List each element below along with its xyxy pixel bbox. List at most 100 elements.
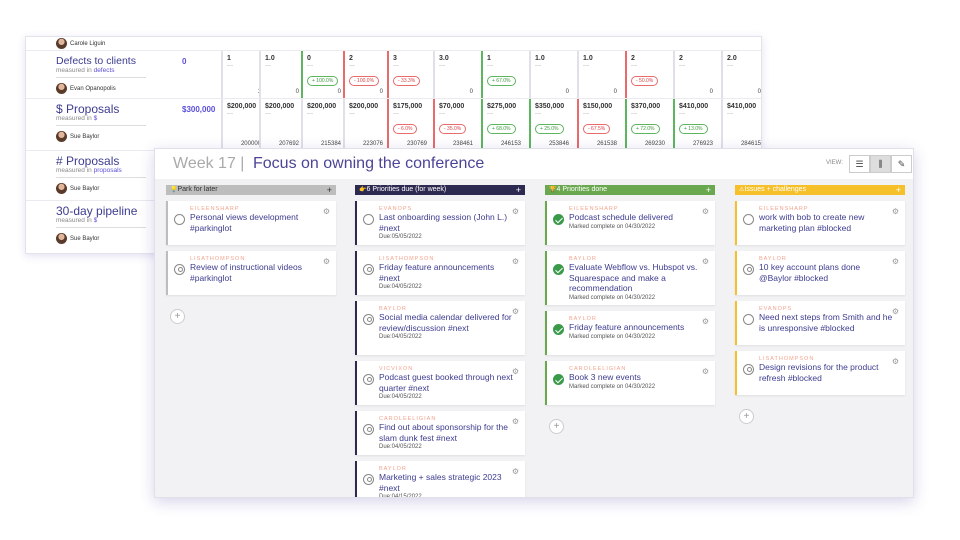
card-title[interactable]: Review of instructional videos #parkingl…	[190, 262, 326, 283]
gear-icon[interactable]: ⚙	[323, 257, 330, 266]
column-header[interactable]: 🏆4 Priorities done +	[545, 185, 715, 195]
score-cell[interactable]: 1.0— 0	[529, 51, 573, 98]
metric-cell[interactable]: $ Proposals measured in $ Sue Baylor	[26, 99, 178, 150]
score-cell[interactable]: 3— - 33.3%	[387, 51, 431, 98]
card-title[interactable]: Find out about sponsorship for the slam …	[379, 422, 515, 443]
card-title[interactable]: Need next steps from Smith and he is unr…	[759, 312, 895, 333]
gear-icon[interactable]: ⚙	[512, 207, 519, 216]
score-cell[interactable]: $200,000— 223076	[343, 99, 387, 150]
priority-card[interactable]: VICVIXON Podcast guest booked through nex…	[355, 361, 525, 405]
score-cell[interactable]: 2— - 50.0%	[625, 51, 669, 98]
checkbox-icon[interactable]	[743, 314, 754, 325]
add-card-icon[interactable]: +	[896, 185, 901, 195]
add-card-button[interactable]: +	[549, 419, 564, 434]
user-circle-icon[interactable]	[174, 264, 185, 275]
score-cell[interactable]: 1.0— 0	[577, 51, 621, 98]
priority-card[interactable]: EILEENSHARP Personal views development #p…	[166, 201, 336, 245]
gear-icon[interactable]: ⚙	[323, 207, 330, 216]
score-cell[interactable]: 1.0— 0	[259, 51, 303, 98]
priority-card[interactable]: LISATHOMPSON Friday feature announcements…	[355, 251, 525, 295]
priority-card[interactable]: LISATHOMPSON Review of instructional vide…	[166, 251, 336, 295]
completed-check-icon[interactable]	[553, 264, 564, 275]
score-cell[interactable]: 1— + 67.0%	[481, 51, 525, 98]
priority-card[interactable]: BAYLOR Evaluate Webflow vs. Hubspot vs. S…	[545, 251, 715, 305]
score-cell[interactable]: 2.0— 0	[721, 51, 761, 98]
score-cell[interactable]: $150,000— - 67.5% 261538	[577, 99, 621, 150]
priority-card[interactable]: EILEENSHARP work with bob to create new m…	[735, 201, 905, 245]
card-title[interactable]: work with bob to create new marketing pl…	[759, 212, 895, 233]
priority-card[interactable]: LISATHOMPSON Design revisions for the pro…	[735, 351, 905, 395]
gear-icon[interactable]: ⚙	[512, 257, 519, 266]
priority-card[interactable]: CAROLEELIGIAN Book 3 new events Marked com…	[545, 361, 715, 405]
card-title[interactable]: Social media calendar delivered for revi…	[379, 312, 515, 333]
add-card-button[interactable]: +	[170, 309, 185, 324]
completed-check-icon[interactable]	[553, 374, 564, 385]
gear-icon[interactable]: ⚙	[512, 467, 519, 476]
priority-card[interactable]: EVANOPS Need next steps from Smith and he…	[735, 301, 905, 345]
user-circle-icon[interactable]	[363, 474, 374, 485]
gear-icon[interactable]: ⚙	[892, 207, 899, 216]
checkbox-icon[interactable]	[363, 214, 374, 225]
gear-icon[interactable]: ⚙	[702, 257, 709, 266]
score-cell[interactable]: 2— 0	[673, 51, 717, 98]
add-card-icon[interactable]: +	[327, 185, 332, 195]
priority-card[interactable]: BAYLOR 10 key account plans done @Baylor …	[735, 251, 905, 295]
user-circle-icon[interactable]	[743, 364, 754, 375]
priority-card[interactable]: EVANOPS Last onboarding session (John L.)…	[355, 201, 525, 245]
card-title[interactable]: Personal views development #parkinglot	[190, 212, 326, 233]
add-card-button[interactable]: +	[739, 409, 754, 424]
completed-check-icon[interactable]	[553, 324, 564, 335]
user-circle-icon[interactable]	[363, 424, 374, 435]
user-circle-icon[interactable]	[363, 264, 374, 275]
user-circle-icon[interactable]	[363, 314, 374, 325]
card-title[interactable]: Podcast schedule delivered	[569, 212, 705, 223]
checkbox-icon[interactable]	[174, 214, 185, 225]
metric-title[interactable]: $ Proposals	[56, 103, 178, 115]
columns-view-button[interactable]: ⫼	[870, 155, 891, 173]
gear-icon[interactable]: ⚙	[512, 307, 519, 316]
card-title[interactable]: Evaluate Webflow vs. Hubspot vs. Squares…	[569, 262, 705, 294]
gear-icon[interactable]: ⚙	[702, 367, 709, 376]
score-cell[interactable]: 3.0— 0	[433, 51, 477, 98]
column-header[interactable]: 💡Park for later +	[166, 185, 336, 195]
card-title[interactable]: Friday feature announcements	[569, 322, 705, 333]
score-cell[interactable]: $200,000— 207692	[259, 99, 303, 150]
score-cell[interactable]: $200,000— 215384	[301, 99, 345, 150]
card-title[interactable]: Podcast guest booked through next quarte…	[379, 372, 515, 393]
card-title[interactable]: Design revisions for the product refresh…	[759, 362, 895, 383]
score-cell[interactable]: 0— + 100.0% 0	[301, 51, 345, 98]
score-cell[interactable]: $410,000— 284615	[721, 99, 761, 150]
card-title[interactable]: Marketing + sales strategic 2023 #next	[379, 472, 515, 493]
gear-icon[interactable]: ⚙	[892, 257, 899, 266]
gear-icon[interactable]: ⚙	[892, 307, 899, 316]
list-view-button[interactable]: ☰	[849, 155, 870, 173]
metric-cell[interactable]: Defects to clients measured in defects Eva…	[26, 51, 178, 98]
gear-icon[interactable]: ⚙	[702, 207, 709, 216]
gear-icon[interactable]: ⚙	[892, 357, 899, 366]
gear-icon[interactable]: ⚙	[702, 317, 709, 326]
add-card-icon[interactable]: +	[706, 185, 711, 195]
user-circle-icon[interactable]	[743, 264, 754, 275]
metric-title[interactable]: Defects to clients	[56, 55, 178, 67]
priority-card[interactable]: EILEENSHARP Podcast schedule delivered Mar…	[545, 201, 715, 245]
score-cell[interactable]: $410,000— + 13.0% 276923	[673, 99, 717, 150]
gear-icon[interactable]: ⚙	[512, 367, 519, 376]
user-circle-icon[interactable]	[363, 374, 374, 385]
column-header[interactable]: ⚠Issues + challenges +	[735, 185, 905, 195]
card-title[interactable]: Book 3 new events	[569, 372, 705, 383]
score-cell[interactable]: $275,000— + 68.0% 246153	[481, 99, 525, 150]
card-title[interactable]: Friday feature announcements #next	[379, 262, 515, 283]
priority-card[interactable]: CAROLEELIGIAN Find out about sponsorship …	[355, 411, 525, 455]
priority-card[interactable]: BAYLOR Friday feature announcements Marked…	[545, 311, 715, 355]
score-cell[interactable]: $175,000— - 6.0% 230769	[387, 99, 431, 150]
edit-view-button[interactable]: ✎	[891, 155, 912, 173]
score-cell[interactable]: $370,000— + 72.0% 269230	[625, 99, 669, 150]
priority-card[interactable]: BAYLOR Social media calendar delivered fo…	[355, 301, 525, 355]
score-cell[interactable]: $350,000— + 25.0% 253846	[529, 99, 573, 150]
column-header[interactable]: 👉6 Priorities due (for week) +	[355, 185, 525, 195]
priority-card[interactable]: BAYLOR Marketing + sales strategic 2023 #…	[355, 461, 525, 497]
focus-title[interactable]: Focus on owning the conference	[253, 155, 484, 173]
score-cell[interactable]: $70,000— - 35.0% 238461	[433, 99, 477, 150]
card-title[interactable]: 10 key account plans done @Baylor #block…	[759, 262, 895, 283]
checkbox-icon[interactable]	[743, 214, 754, 225]
